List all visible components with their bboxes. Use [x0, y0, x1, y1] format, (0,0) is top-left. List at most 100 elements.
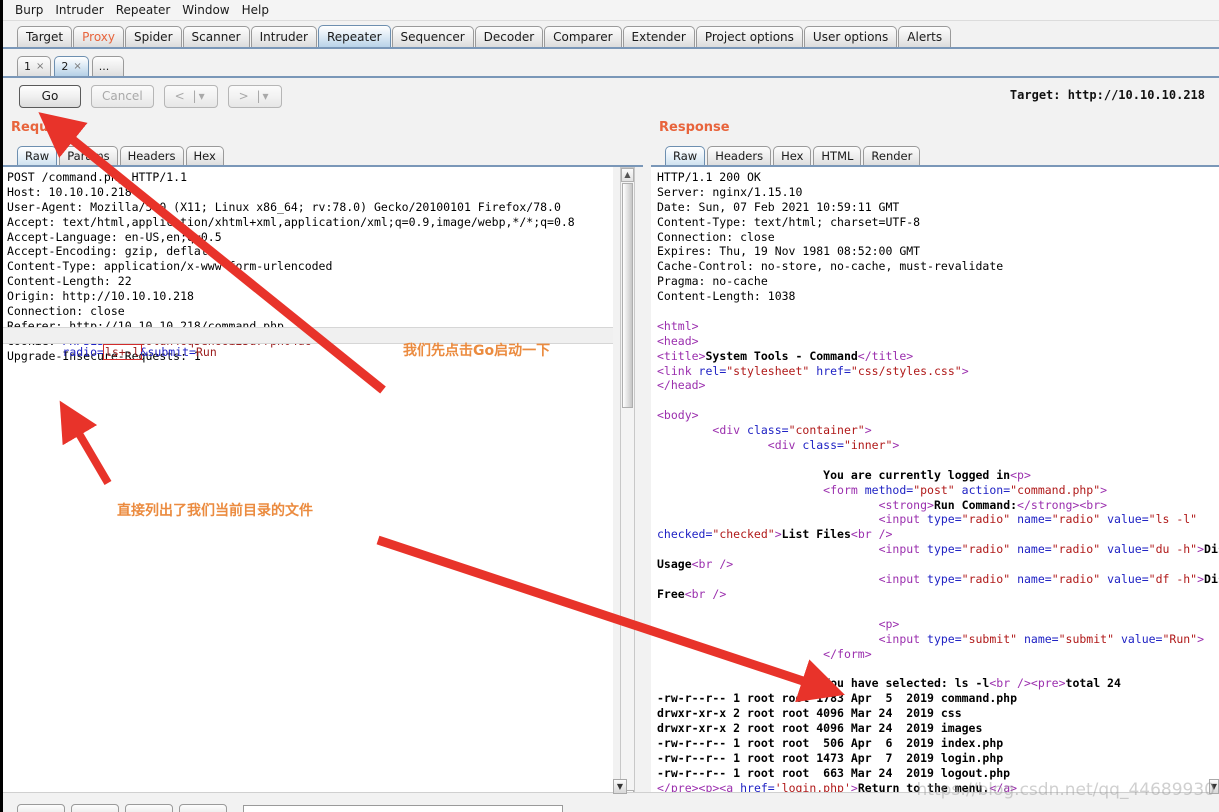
request-scroll-down-icon[interactable]: ▼: [613, 779, 627, 794]
response-body-line: <form method="post" action="command.php"…: [657, 483, 1219, 498]
response-token: value=: [1120, 631, 1163, 646]
main-tab-scanner[interactable]: Scanner: [182, 26, 250, 47]
main-tab-strip: Target Proxy Spider Scanner Intruder Repeater…: [3, 21, 1219, 49]
bottom-button-1[interactable]: [17, 804, 65, 812]
scrollbar-thumb[interactable]: [622, 183, 633, 408]
response-token: drwxr-xr-x 2 root root 4096 Mar 24 2019 …: [657, 706, 962, 721]
bottom-button-4[interactable]: [179, 804, 227, 812]
main-tab-alerts[interactable]: Alerts: [898, 26, 952, 47]
main-tab-target[interactable]: Target: [17, 26, 73, 47]
repeater-panes: Request Raw Params Headers Hex POST /comman…: [3, 115, 1219, 805]
menu-item-window[interactable]: Window: [176, 2, 235, 18]
repeater-tab-2[interactable]: 2 ×: [54, 56, 89, 76]
response-token: "radio": [961, 542, 1011, 557]
main-tab-project-options[interactable]: Project options: [695, 26, 803, 47]
response-token: </title>: [857, 348, 914, 363]
response-body-line: drwxr-xr-x 2 root root 4096 Mar 24 2019 …: [657, 706, 1219, 721]
response-token: <br />: [989, 676, 1031, 691]
scroll-up-icon[interactable]: ▲: [621, 168, 634, 182]
request-tab-params[interactable]: Params: [59, 146, 118, 165]
response-token: <div: [767, 438, 803, 453]
response-token: [657, 617, 879, 631]
close-icon[interactable]: ×: [36, 57, 44, 76]
response-token: type=: [927, 631, 962, 646]
menu-item-burp[interactable]: Burp: [9, 2, 49, 18]
response-raw-viewer[interactable]: HTTP/1.1 200 OK Server: nginx/1.15.10 Date…: [651, 167, 1219, 805]
main-tab-spider[interactable]: Spider: [125, 26, 182, 47]
response-token: "submit": [1058, 631, 1114, 646]
main-tab-repeater[interactable]: Repeater: [317, 25, 391, 47]
response-token: You have selected: ls -l: [823, 676, 990, 691]
response-token: <body>: [657, 408, 699, 423]
response-token: <p>: [1010, 467, 1031, 482]
menu-item-repeater[interactable]: Repeater: [110, 2, 177, 18]
response-tab-hex[interactable]: Hex: [773, 146, 812, 165]
response-token: method=: [864, 482, 914, 497]
response-body-line: Free<br />: [657, 587, 1219, 602]
response-body-line: <p>: [657, 617, 1219, 632]
bottom-button-3[interactable]: [125, 804, 173, 812]
response-token: class=: [747, 423, 789, 438]
request-pane: Request Raw Params Headers Hex POST /comman…: [3, 115, 643, 805]
main-tab-decoder[interactable]: Decoder: [474, 26, 544, 47]
request-tab-hex[interactable]: Hex: [185, 146, 224, 165]
request-vertical-scrollbar[interactable]: ▲ ▼: [620, 167, 635, 805]
response-header-line: Pragma: no-cache: [657, 274, 768, 289]
response-token: "submit": [961, 631, 1018, 646]
response-token: List Files: [781, 527, 851, 542]
request-tab-raw[interactable]: Raw: [17, 146, 58, 165]
response-token: type=: [927, 512, 962, 527]
response-body-line: </head>: [657, 378, 1219, 393]
close-icon[interactable]: ×: [73, 57, 81, 76]
main-tab-sequencer[interactable]: Sequencer: [391, 26, 474, 47]
response-token: System Tools - Command: [705, 348, 858, 363]
response-token: <br />: [691, 557, 734, 572]
response-token: Free: [657, 586, 685, 601]
response-token: [657, 572, 879, 586]
request-header-line: Accept: text/html,application/xhtml+xml,…: [7, 214, 575, 229]
pane-splitter[interactable]: [643, 115, 651, 805]
request-raw-editor[interactable]: POST /command.php HTTP/1.1 Host: 10.10.10…: [3, 167, 613, 805]
response-tab-render[interactable]: Render: [863, 146, 921, 165]
bottom-button-2[interactable]: [71, 804, 119, 812]
response-token: href=: [816, 363, 851, 378]
response-body-line: -rw-r--r-- 1 root root 663 Mar 24 2019 l…: [657, 766, 1219, 781]
response-body-line: <head>: [657, 334, 1219, 349]
menu-item-intruder[interactable]: Intruder: [49, 2, 109, 18]
response-body-line: <input type="radio" name="radio" value="…: [657, 572, 1219, 587]
main-tab-intruder[interactable]: Intruder: [250, 26, 317, 47]
search-input[interactable]: [243, 805, 563, 812]
response-tab-html[interactable]: HTML: [813, 146, 862, 165]
request-body-highlight[interactable]: ls+-l: [102, 344, 142, 360]
main-tab-comparer[interactable]: Comparer: [544, 26, 622, 47]
response-token: </head>: [657, 378, 706, 393]
response-token: type=: [927, 542, 962, 557]
cancel-button: Cancel: [91, 85, 154, 108]
request-tab-headers[interactable]: Headers: [119, 146, 184, 165]
response-token: [1017, 632, 1024, 646]
menu-item-help[interactable]: Help: [236, 2, 275, 18]
response-title: Response: [659, 120, 730, 135]
repeater-tab-moremoremore[interactable]: ...: [91, 56, 124, 76]
response-token: <div: [712, 423, 748, 438]
go-button[interactable]: Go: [19, 85, 81, 108]
response-header-line: Connection: close: [657, 229, 775, 244]
main-tab-proxy[interactable]: Proxy: [73, 26, 124, 47]
main-tab-user-options[interactable]: User options: [803, 26, 898, 47]
repeater-tab-label: 2: [61, 60, 69, 73]
response-body-line: <link rel="stylesheet" href="css/styles.…: [657, 364, 1219, 379]
request-header-line: Connection: close: [7, 304, 125, 319]
response-token: "radio": [961, 572, 1011, 587]
response-token: "inner": [843, 438, 893, 453]
response-body-line: [657, 602, 1219, 617]
response-token: Disk: [1204, 572, 1219, 587]
back-button: < |▾: [163, 85, 218, 108]
response-tab-raw[interactable]: Raw: [665, 146, 706, 165]
response-token: >: [774, 527, 782, 542]
response-tab-headers[interactable]: Headers: [707, 146, 772, 165]
response-token: value=: [1107, 542, 1149, 557]
response-token: rel=: [698, 363, 727, 378]
main-tab-extender[interactable]: Extender: [622, 26, 695, 47]
response-body-line: [657, 661, 1219, 676]
repeater-tab-1[interactable]: 1 ×: [17, 56, 52, 76]
